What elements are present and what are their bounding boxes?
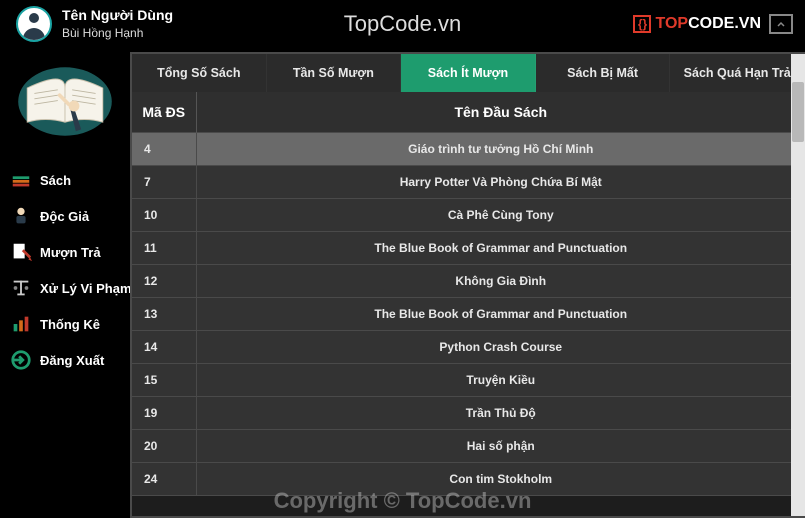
cell-id: 7 — [132, 166, 196, 199]
cell-id: 13 — [132, 298, 196, 331]
sidebar-item-label: Mượn Trả — [40, 245, 101, 260]
tab-1[interactable]: Tần Số Mượn — [267, 54, 402, 92]
cell-id: 4 — [132, 133, 196, 166]
table-row[interactable]: 10Cà Phê Cùng Tony — [132, 199, 805, 232]
main-content: Tổng Số SáchTần Số MượnSách Ít MượnSách … — [130, 52, 805, 518]
sidebar-item-books[interactable]: Sách — [0, 162, 130, 198]
cell-id: 14 — [132, 331, 196, 364]
sidebar-item-label: Đăng Xuất — [40, 353, 104, 368]
table-row[interactable]: 7Harry Potter Và Phòng Chứa Bí Mật — [132, 166, 805, 199]
cell-title: The Blue Book of Grammar and Punctuation — [196, 298, 805, 331]
table-row[interactable]: 20Hai số phận — [132, 430, 805, 463]
cell-title: Python Crash Course — [196, 331, 805, 364]
cell-id: 24 — [132, 463, 196, 496]
cell-title: Giáo trình tư tưởng Hồ Chí Minh — [196, 133, 805, 166]
sidebar-item-label: Sách — [40, 173, 71, 188]
col-header-title: Tên Đầu Sách — [196, 92, 805, 133]
brand-icon: {} — [633, 15, 651, 33]
cell-id: 12 — [132, 265, 196, 298]
cell-title: Hai số phận — [196, 430, 805, 463]
brand-area: {} TOPCODE.VN — [633, 14, 797, 34]
user-block: Tên Người Dùng Bùi Hồng Hạnh — [62, 7, 173, 40]
sidebar-item-violations[interactable]: Xử Lý Vi Phạm — [0, 270, 130, 306]
scrollbar-track[interactable] — [791, 54, 805, 516]
nav-list: Sách Độc Giả Mượn Trả Xử Lý Vi Phạm — [0, 162, 130, 378]
borrow-icon — [10, 241, 32, 263]
sidebar-item-label: Độc Giả — [40, 209, 89, 224]
logout-icon — [10, 349, 32, 371]
header-bar: Tên Người Dùng Bùi Hồng Hạnh TopCode.vn … — [0, 0, 805, 48]
tab-3[interactable]: Sách Bị Mất — [536, 54, 671, 92]
user-name: Bùi Hồng Hạnh — [62, 26, 173, 40]
reader-icon — [10, 205, 32, 227]
sidebar-item-label: Xử Lý Vi Phạm — [40, 281, 132, 296]
cell-id: 10 — [132, 199, 196, 232]
table-row[interactable]: 15Truyện Kiều — [132, 364, 805, 397]
cell-title: Con tim Stokholm — [196, 463, 805, 496]
scroll-thumb[interactable] — [792, 82, 804, 142]
user-title-label: Tên Người Dùng — [62, 7, 173, 24]
tabs-bar: Tổng Số SáchTần Số MượnSách Ít MượnSách … — [132, 54, 805, 92]
stats-icon — [10, 313, 32, 335]
cell-title: The Blue Book of Grammar and Punctuation — [196, 232, 805, 265]
table-row[interactable]: 12Không Gia Đình — [132, 265, 805, 298]
sidebar-item-label: Thống Kê — [40, 317, 100, 332]
sidebar-item-logout[interactable]: Đăng Xuất — [0, 342, 130, 378]
sidebar-item-readers[interactable]: Độc Giả — [0, 198, 130, 234]
sidebar-item-borrow-return[interactable]: Mượn Trả — [0, 234, 130, 270]
table-row[interactable]: 13The Blue Book of Grammar and Punctuati… — [132, 298, 805, 331]
book-illustration — [10, 52, 120, 142]
avatar[interactable] — [16, 6, 52, 42]
cell-id: 19 — [132, 397, 196, 430]
cell-title: Trần Thủ Độ — [196, 397, 805, 430]
violation-icon — [10, 277, 32, 299]
cell-id: 20 — [132, 430, 196, 463]
cell-title: Không Gia Đình — [196, 265, 805, 298]
sidebar-item-stats[interactable]: Thống Kê — [0, 306, 130, 342]
table-row[interactable]: 19Trần Thủ Độ — [132, 397, 805, 430]
cell-title: Harry Potter Và Phòng Chứa Bí Mật — [196, 166, 805, 199]
app-title: TopCode.vn — [344, 11, 461, 37]
cell-title: Truyện Kiều — [196, 364, 805, 397]
tab-4[interactable]: Sách Quá Hạn Trả — [670, 54, 805, 92]
brand-logo: {} TOPCODE.VN — [633, 15, 761, 33]
col-header-id: Mã ĐS — [132, 92, 196, 133]
tab-2[interactable]: Sách Ít Mượn — [401, 54, 536, 92]
books-icon — [10, 169, 32, 191]
cell-id: 15 — [132, 364, 196, 397]
table-row[interactable]: 24Con tim Stokholm — [132, 463, 805, 496]
books-table: Mã ĐS Tên Đầu Sách 4Giáo trình tư tưởng … — [132, 92, 805, 496]
sidebar: Sách Độc Giả Mượn Trả Xử Lý Vi Phạm — [0, 48, 130, 518]
table-row[interactable]: 4Giáo trình tư tưởng Hồ Chí Minh — [132, 133, 805, 166]
table-row[interactable]: 14Python Crash Course — [132, 331, 805, 364]
expand-button[interactable] — [769, 14, 793, 34]
tab-0[interactable]: Tổng Số Sách — [132, 54, 267, 92]
table-wrap: Mã ĐS Tên Đầu Sách 4Giáo trình tư tưởng … — [132, 92, 805, 516]
cell-id: 11 — [132, 232, 196, 265]
table-row[interactable]: 11The Blue Book of Grammar and Punctuati… — [132, 232, 805, 265]
cell-title: Cà Phê Cùng Tony — [196, 199, 805, 232]
